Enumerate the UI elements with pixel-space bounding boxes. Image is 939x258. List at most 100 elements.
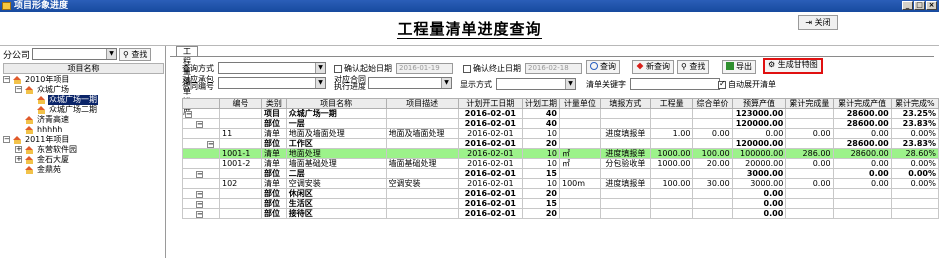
column-header[interactable]: 编号 (218, 98, 263, 109)
window-controls: _ □ × (902, 1, 937, 10)
cell-pct: 0.00% (890, 128, 939, 139)
cell-desc: 墙面基础处理 (385, 158, 459, 169)
collapse-icon[interactable]: − (196, 191, 203, 198)
column-header[interactable]: 计划工期 (522, 98, 560, 109)
column-header[interactable]: 预算产值 (731, 98, 787, 109)
tree-item[interactable]: 众城广场一期 (3, 95, 164, 105)
query-button[interactable]: 查询 (586, 60, 620, 74)
cell-qty (649, 118, 694, 129)
house-icon (25, 146, 34, 154)
tree-item[interactable]: − 2011年项目 (3, 135, 164, 145)
tree-item[interactable]: 众城广场二期 (3, 105, 164, 115)
collapse-icon[interactable]: − (3, 76, 10, 83)
query-mode-select[interactable]: ▼ (218, 62, 326, 74)
column-header[interactable]: 累计完成产值 (832, 98, 892, 109)
chevron-down-icon[interactable]: ▼ (106, 49, 117, 59)
cell-desc (385, 118, 459, 129)
row-tree-cell (182, 148, 220, 159)
cell-budget: 100000.00 (731, 148, 787, 159)
row-tree-cell: − (182, 188, 220, 199)
start-date-checkbox[interactable] (334, 64, 342, 73)
collapse-icon[interactable]: − (15, 86, 22, 93)
start-date-input[interactable]: 2016-01-19 (396, 63, 453, 74)
column-header[interactable] (182, 98, 220, 109)
cell-budget: 0.00 (731, 198, 787, 209)
collapse-icon[interactable]: − (196, 201, 203, 208)
house-icon (37, 106, 46, 114)
company-select[interactable]: ▼ (32, 48, 118, 60)
table-row[interactable]: − 部位 生活区 2016-02-01 15 0.00 (182, 198, 939, 209)
minimize-button[interactable]: _ (902, 1, 913, 10)
tree-item[interactable]: hhhhh (3, 125, 164, 135)
cell-unit (559, 168, 601, 179)
cell-date: 2016-02-01 (457, 138, 524, 149)
cell-desc (385, 198, 459, 209)
table-row[interactable]: − 部位 接待区 2016-02-01 20 0.00 (182, 208, 939, 219)
tree-item[interactable]: − 2010年项目 (3, 75, 164, 85)
tree-item[interactable]: 金鼎苑 (3, 165, 164, 175)
column-header[interactable]: 计划开工日期 (457, 98, 524, 109)
expand-icon[interactable]: + (15, 146, 22, 153)
table-row[interactable]: − 部位 一层 2016-02-01 40 120000.00 28600.00 23.83% (182, 118, 939, 129)
cell-budget: 3000.00 (731, 178, 787, 189)
chevron-down-icon[interactable]: ▼ (315, 63, 325, 73)
close-window-button[interactable]: × (926, 1, 937, 10)
cell-budget: 120000.00 (731, 138, 787, 149)
export-button[interactable]: 导出 (722, 60, 756, 74)
cell-type: 部位 (261, 208, 287, 219)
column-header[interactable]: 项目名称 (285, 98, 387, 109)
row-tree-cell: − (182, 208, 220, 219)
tree-item[interactable]: + 东营软件园 (3, 145, 164, 155)
auto-expand-checkbox[interactable] (718, 79, 726, 89)
cell-done_qty (785, 118, 834, 129)
collapse-icon[interactable]: − (196, 121, 203, 128)
column-header[interactable]: 计量单位 (559, 98, 601, 109)
table-row[interactable]: − 部位 工作区 2016-02-01 20 120000.00 28600.00 23.83… (182, 138, 939, 149)
tree-item[interactable]: 济青高速 (3, 115, 164, 125)
find-button[interactable]: ⚲ 查找 (677, 60, 710, 74)
table-row[interactable]: − 部位 休闲区 2016-02-01 20 0.00 (182, 188, 939, 199)
column-header[interactable]: 工程量 (649, 98, 694, 109)
table-row[interactable]: − 部位 二层 2016-02-01 15 3000.00 0.00 0.00% (182, 168, 939, 179)
column-header[interactable]: 累计完成% (890, 98, 939, 109)
close-button[interactable]: ⇥ 关闭 (798, 15, 838, 30)
row-tree-cell: − (182, 108, 220, 119)
collapse-icon[interactable]: − (185, 111, 192, 118)
column-header[interactable]: 类别 (261, 98, 287, 109)
excel-icon (726, 62, 734, 70)
contract-no-select[interactable]: ▼ (218, 77, 326, 89)
cell-unit (559, 108, 601, 119)
maximize-button[interactable]: □ (914, 1, 925, 10)
display-mode-select[interactable]: ▼ (496, 78, 576, 90)
cell-desc (385, 208, 459, 219)
tree-item[interactable]: + 金石大厦 (3, 155, 164, 165)
cell-price: 0.00 (692, 128, 733, 139)
end-date-checkbox[interactable] (463, 64, 471, 73)
generate-gantt-button[interactable]: ⚙ 生成甘特图 (763, 58, 823, 74)
column-header[interactable]: 填报方式 (599, 98, 651, 109)
cell-done_qty (785, 208, 834, 219)
expand-icon[interactable]: + (15, 156, 22, 163)
column-header[interactable]: 项目描述 (385, 98, 459, 109)
collapse-icon[interactable]: − (196, 211, 203, 218)
table-row[interactable]: 1001-1 清单 地面处理 2016-02-01 10 ㎡进度填报单 1000.00 100… (182, 148, 939, 159)
end-date-input[interactable]: 2016-02-18 (525, 63, 582, 74)
table-row[interactable]: 102 清单 空调安装 空调安装 2016-02-01 10 100m 进度填报单 100.00… (182, 178, 939, 189)
column-header[interactable]: 累计完成量 (785, 98, 834, 109)
chevron-down-icon[interactable]: ▼ (315, 78, 325, 88)
contract-exec-select[interactable]: ▼ (368, 77, 452, 89)
column-header[interactable]: 综合单价 (692, 98, 733, 109)
company-find-button[interactable]: ⚲ 查找 (119, 47, 152, 61)
table-row[interactable]: 11 清单 地面及墙面处理 地面及墙面处理 2016-02-01 10 进度填报单 1.00 0… (182, 128, 939, 139)
collapse-icon[interactable]: − (196, 171, 203, 178)
new-query-button[interactable]: 新查询 (632, 60, 674, 74)
chevron-down-icon[interactable]: ▼ (441, 78, 451, 88)
tree-item[interactable]: − 众城广场 (3, 85, 164, 95)
table-row[interactable]: − 项目 众城广场一期 2016-02-01 40 123000.00 28600.00 23… (182, 108, 939, 119)
collapse-icon[interactable]: − (207, 141, 214, 148)
cell-pct: 23.83% (890, 118, 939, 129)
table-row[interactable]: 1001-2 清单 墙面基础处理 墙面基础处理 2016-02-01 10 ㎡分包验收单 10… (182, 158, 939, 169)
chevron-down-icon[interactable]: ▼ (565, 79, 575, 89)
collapse-icon[interactable]: − (3, 136, 10, 143)
keyword-input[interactable] (630, 78, 720, 90)
